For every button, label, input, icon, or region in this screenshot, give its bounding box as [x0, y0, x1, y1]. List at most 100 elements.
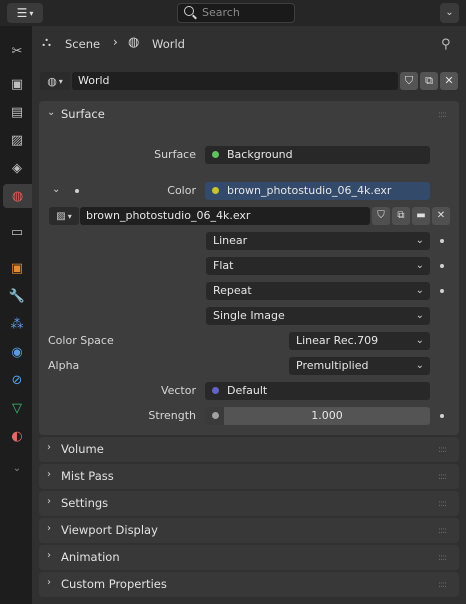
socket-dot: [440, 289, 444, 293]
unlink-button[interactable]: ✕: [440, 72, 458, 90]
tab-view-layer[interactable]: ▨: [4, 128, 30, 152]
color-socket-icon: [212, 187, 219, 194]
panel-animation[interactable]: › Animation ::::: [39, 545, 459, 570]
panel-volume[interactable]: › Volume ::::: [39, 437, 459, 462]
breadcrumb-world[interactable]: World: [152, 37, 185, 51]
panel-custom-properties[interactable]: › Custom Properties ::::: [39, 572, 459, 597]
vector-label: Vector: [160, 384, 196, 397]
drag-handle-icon[interactable]: ::::: [438, 499, 447, 509]
image-open-button[interactable]: ▬: [412, 207, 430, 225]
drag-handle-icon[interactable]: ::::: [438, 445, 447, 455]
breadcrumb-scene[interactable]: Scene: [65, 37, 100, 51]
chevron-right-icon: ›: [47, 577, 51, 588]
color-input-field[interactable]: brown_photostudio_06_4k.exr: [205, 182, 430, 200]
panel-viewport-display-title: Viewport Display: [61, 523, 158, 537]
properties-tab-strip: ✂ ▣ ▤ ▨ ◈ ◍ ▭ ▣ 🔧 ⁂ ◉ ⊘ ▽ ◐ ⌄: [0, 26, 32, 604]
scene-icon: ⛬: [42, 35, 52, 50]
interpolation-dropdown[interactable]: Linear ⌄: [206, 232, 430, 250]
duplicate-button[interactable]: ⧉: [420, 72, 438, 90]
panel-mist-pass[interactable]: › Mist Pass ::::: [39, 464, 459, 489]
drag-handle-icon[interactable]: ::::: [438, 110, 447, 120]
tab-render[interactable]: ▣: [4, 72, 30, 96]
color-space-dropdown[interactable]: Linear Rec.709 ⌄: [289, 332, 430, 350]
projection-value: Flat: [213, 259, 234, 272]
surface-shader-field[interactable]: Background: [205, 146, 430, 164]
shield-icon: ⛉: [404, 74, 414, 87]
properties-editor-icon: ☰: [16, 6, 28, 20]
drag-handle-icon[interactable]: ::::: [438, 472, 447, 482]
tab-material[interactable]: ◐: [4, 424, 30, 448]
alpha-label: Alpha: [48, 359, 80, 372]
strength-slider[interactable]: 1.000: [205, 407, 430, 425]
wrench-icon: 🔧: [8, 288, 26, 304]
chevron-right-icon: ›: [47, 469, 51, 480]
tab-physics[interactable]: ◉: [4, 340, 30, 364]
constraints-icon: ⊘: [11, 372, 23, 388]
tab-data[interactable]: ▽: [4, 396, 30, 420]
tab-world[interactable]: ◍: [3, 184, 32, 208]
surface-panel-title[interactable]: Surface: [61, 107, 105, 121]
socket-dot: [440, 264, 444, 268]
output-icon: ▤: [10, 104, 24, 120]
image-browse-button[interactable]: ▨ ▾: [49, 207, 79, 225]
tab-more[interactable]: ⌄: [4, 456, 30, 480]
vector-input-field[interactable]: Default: [205, 382, 430, 400]
tab-scene[interactable]: ◈: [4, 156, 30, 180]
world-name-field[interactable]: World: [72, 72, 398, 90]
drag-handle-icon[interactable]: ::::: [438, 553, 447, 563]
tab-particles[interactable]: ⁂: [4, 312, 30, 336]
chevron-down-icon: ⌄: [12, 462, 22, 474]
color-value: brown_photostudio_06_4k.exr: [227, 184, 392, 197]
world-icon: ◍: [128, 35, 140, 50]
tab-modifiers[interactable]: 🔧: [4, 284, 30, 308]
tab-constraints[interactable]: ⊘: [4, 368, 30, 392]
tab-object[interactable]: ▣: [4, 256, 30, 280]
editor-type-button[interactable]: ☰ ▾: [7, 3, 43, 23]
pin-icon[interactable]: ⚲: [441, 37, 451, 52]
socket-dot: [440, 239, 444, 243]
fake-user-button[interactable]: ⛉: [400, 72, 418, 90]
image-icon: ▨: [56, 210, 66, 222]
search-icon: [184, 6, 194, 16]
chevron-down-icon: ⌄: [415, 235, 424, 246]
chevron-right-icon: ›: [113, 35, 118, 49]
drag-handle-icon[interactable]: ::::: [438, 580, 447, 590]
image-fake-user-button[interactable]: ⛉: [372, 207, 390, 225]
world-browse-button[interactable]: ◍ ▾: [40, 72, 70, 90]
vector-socket-icon: [212, 387, 219, 394]
color-label: Color: [167, 184, 196, 197]
panel-settings[interactable]: › Settings ::::: [39, 491, 459, 516]
tool-icon: ✂: [11, 43, 23, 59]
material-icon: ◐: [11, 428, 23, 444]
extension-dropdown[interactable]: Repeat ⌄: [206, 282, 430, 300]
panel-custom-properties-title: Custom Properties: [61, 577, 167, 591]
chevron-right-icon: ›: [47, 442, 51, 453]
alpha-dropdown[interactable]: Premultiplied ⌄: [289, 357, 430, 375]
tab-collection[interactable]: ▭: [4, 220, 30, 244]
surface-label: Surface: [154, 148, 196, 161]
panel-volume-title: Volume: [61, 442, 104, 456]
chevron-down-icon: ⌄: [415, 360, 424, 371]
panel-viewport-display[interactable]: › Viewport Display ::::: [39, 518, 459, 543]
source-dropdown[interactable]: Single Image ⌄: [206, 307, 430, 325]
view-layer-icon: ▨: [10, 132, 24, 148]
chevron-down-icon[interactable]: ⌄: [47, 107, 55, 118]
tab-output[interactable]: ▤: [4, 100, 30, 124]
image-name-field[interactable]: brown_photostudio_06_4k.exr: [80, 207, 370, 225]
chevron-right-icon: ›: [47, 523, 51, 534]
strength-label: Strength: [148, 409, 196, 422]
strength-value: 1.000: [311, 409, 343, 422]
socket-dot: [440, 414, 444, 418]
chevron-down-icon: ⌄: [415, 285, 424, 296]
options-dropdown-button[interactable]: ⌄: [440, 3, 459, 23]
close-icon: ✕: [436, 210, 446, 221]
tab-tool[interactable]: ✂: [4, 39, 30, 63]
render-icon: ▣: [10, 76, 24, 92]
image-unlink-button[interactable]: ✕: [432, 207, 450, 225]
projection-dropdown[interactable]: Flat ⌄: [206, 257, 430, 275]
chevron-right-icon: ›: [47, 550, 51, 561]
vector-value: Default: [227, 384, 268, 397]
image-duplicate-button[interactable]: ⧉: [392, 207, 410, 225]
drag-handle-icon[interactable]: ::::: [438, 526, 447, 536]
surface-value: Background: [227, 148, 293, 161]
